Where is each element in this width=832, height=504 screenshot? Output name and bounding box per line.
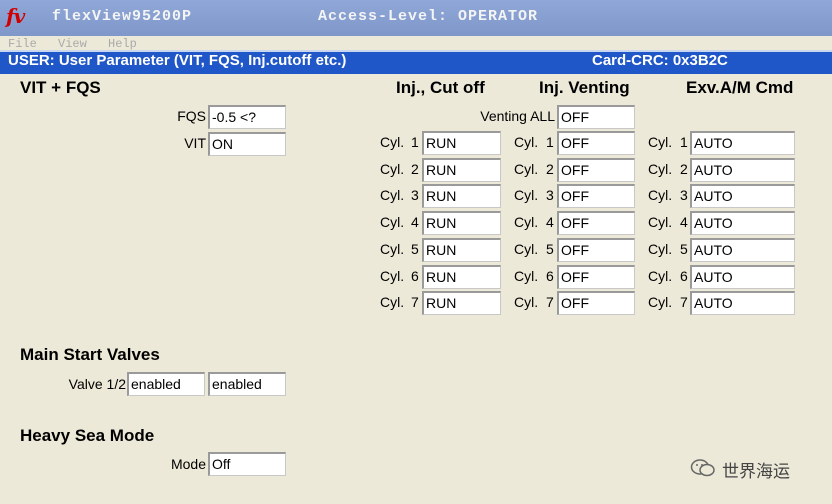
- exv-cyl-label: Cyl.: [648, 161, 673, 177]
- venting-field-cyl6[interactable]: OFF: [557, 265, 635, 289]
- venting-field-cyl2[interactable]: OFF: [557, 158, 635, 182]
- card-crc: Card-CRC: 0x3B2C: [592, 52, 728, 69]
- venting-all-label: Venting ALL: [480, 108, 555, 124]
- exv-field-cyl6[interactable]: AUTO: [690, 265, 795, 289]
- exv-cyl-num: 3: [680, 187, 688, 203]
- cutoff-cyl-label: Cyl.: [380, 134, 405, 150]
- venting-cyl-num: 4: [546, 214, 554, 230]
- menu-file[interactable]: File: [8, 37, 37, 51]
- exv-field-cyl2[interactable]: AUTO: [690, 158, 795, 182]
- fqs-field[interactable]: -0.5 <?: [208, 105, 286, 129]
- exv-cyl-label: Cyl.: [648, 241, 673, 257]
- venting-cyl-num: 2: [546, 161, 554, 177]
- cutoff-field-cyl6[interactable]: RUN: [422, 265, 501, 289]
- valve1-field[interactable]: enabled: [127, 372, 205, 396]
- exv-field-cyl5[interactable]: AUTO: [690, 238, 795, 262]
- exv-cyl-label: Cyl.: [648, 134, 673, 150]
- exv-field-cyl3[interactable]: AUTO: [690, 184, 795, 208]
- venting-cyl-num: 7: [546, 294, 554, 310]
- access-level: Access-Level: OPERATOR: [318, 8, 539, 25]
- menu-help[interactable]: Help: [108, 37, 137, 51]
- venting-field-cyl5[interactable]: OFF: [557, 238, 635, 262]
- app-title: flexView95200P: [52, 8, 193, 25]
- exv-field-cyl4[interactable]: AUTO: [690, 211, 795, 235]
- wechat-icon: [690, 459, 715, 477]
- mode-label: Mode: [170, 456, 206, 472]
- exv-cyl-num: 2: [680, 161, 688, 177]
- heavy-sea-title: Heavy Sea Mode: [20, 426, 155, 445]
- valve-label: Valve 1/2: [68, 376, 126, 392]
- cutoff-cyl-num: 6: [411, 268, 419, 284]
- menu-view[interactable]: View: [58, 37, 87, 51]
- vit-label: VIT: [184, 135, 206, 151]
- cutoff-cyl-label: Cyl.: [380, 214, 405, 230]
- cutoff-cyl-num: 3: [411, 187, 419, 203]
- venting-cyl-label: Cyl.: [514, 214, 539, 230]
- watermark-text: 世界海运: [722, 462, 790, 481]
- cutoff-field-cyl7[interactable]: RUN: [422, 291, 501, 315]
- venting-field-cyl4[interactable]: OFF: [557, 211, 635, 235]
- cutoff-cyl-num: 7: [411, 294, 419, 310]
- inj-venting-header: Inj. Venting: [539, 78, 630, 97]
- venting-cyl-label: Cyl.: [514, 187, 539, 203]
- exv-cyl-num: 7: [680, 294, 688, 310]
- app-logo: fv: [6, 4, 25, 28]
- venting-cyl-num: 6: [546, 268, 554, 284]
- valve2-field[interactable]: enabled: [208, 372, 286, 396]
- venting-cyl-label: Cyl.: [514, 241, 539, 257]
- cutoff-cyl-label: Cyl.: [380, 294, 405, 310]
- vit-field[interactable]: ON: [208, 132, 286, 156]
- cutoff-cyl-label: Cyl.: [380, 187, 405, 203]
- page-title: USER: User Parameter (VIT, FQS, Inj.cuto…: [8, 52, 347, 69]
- venting-cyl-num: 5: [546, 241, 554, 257]
- cutoff-field-cyl2[interactable]: RUN: [422, 158, 501, 182]
- cutoff-cyl-num: 4: [411, 214, 419, 230]
- cutoff-field-cyl5[interactable]: RUN: [422, 238, 501, 262]
- venting-cyl-label: Cyl.: [514, 268, 539, 284]
- exv-cmd-header: Exv.A/M Cmd: [686, 78, 794, 97]
- cutoff-cyl-num: 2: [411, 161, 419, 177]
- exv-cyl-num: 6: [680, 268, 688, 284]
- cutoff-cyl-num: 5: [411, 241, 419, 257]
- exv-cyl-num: 5: [680, 241, 688, 257]
- venting-cyl-num: 1: [546, 134, 554, 150]
- exv-field-cyl1[interactable]: AUTO: [690, 131, 795, 155]
- cutoff-field-cyl3[interactable]: RUN: [422, 184, 501, 208]
- venting-all-field[interactable]: OFF: [557, 105, 635, 129]
- exv-cyl-label: Cyl.: [648, 294, 673, 310]
- venting-field-cyl1[interactable]: OFF: [557, 131, 635, 155]
- main-start-valves-title: Main Start Valves: [20, 345, 160, 364]
- exv-cyl-num: 4: [680, 214, 688, 230]
- exv-cyl-num: 1: [680, 134, 688, 150]
- mode-field[interactable]: Off: [208, 452, 286, 476]
- venting-cyl-num: 3: [546, 187, 554, 203]
- venting-field-cyl3[interactable]: OFF: [557, 184, 635, 208]
- cutoff-field-cyl4[interactable]: RUN: [422, 211, 501, 235]
- venting-cyl-label: Cyl.: [514, 161, 539, 177]
- venting-cyl-label: Cyl.: [514, 294, 539, 310]
- exv-cyl-label: Cyl.: [648, 214, 673, 230]
- vit-fqs-title: VIT + FQS: [20, 78, 101, 97]
- exv-cyl-label: Cyl.: [648, 268, 673, 284]
- inj-cutoff-header: Inj., Cut off: [396, 78, 485, 97]
- cutoff-field-cyl1[interactable]: RUN: [422, 131, 501, 155]
- venting-field-cyl7[interactable]: OFF: [557, 291, 635, 315]
- cutoff-cyl-label: Cyl.: [380, 268, 405, 284]
- fqs-label: FQS: [177, 108, 206, 124]
- cutoff-cyl-label: Cyl.: [380, 161, 405, 177]
- exv-field-cyl7[interactable]: AUTO: [690, 291, 795, 315]
- venting-cyl-label: Cyl.: [514, 134, 539, 150]
- cutoff-cyl-num: 1: [411, 134, 419, 150]
- cutoff-cyl-label: Cyl.: [380, 241, 405, 257]
- exv-cyl-label: Cyl.: [648, 187, 673, 203]
